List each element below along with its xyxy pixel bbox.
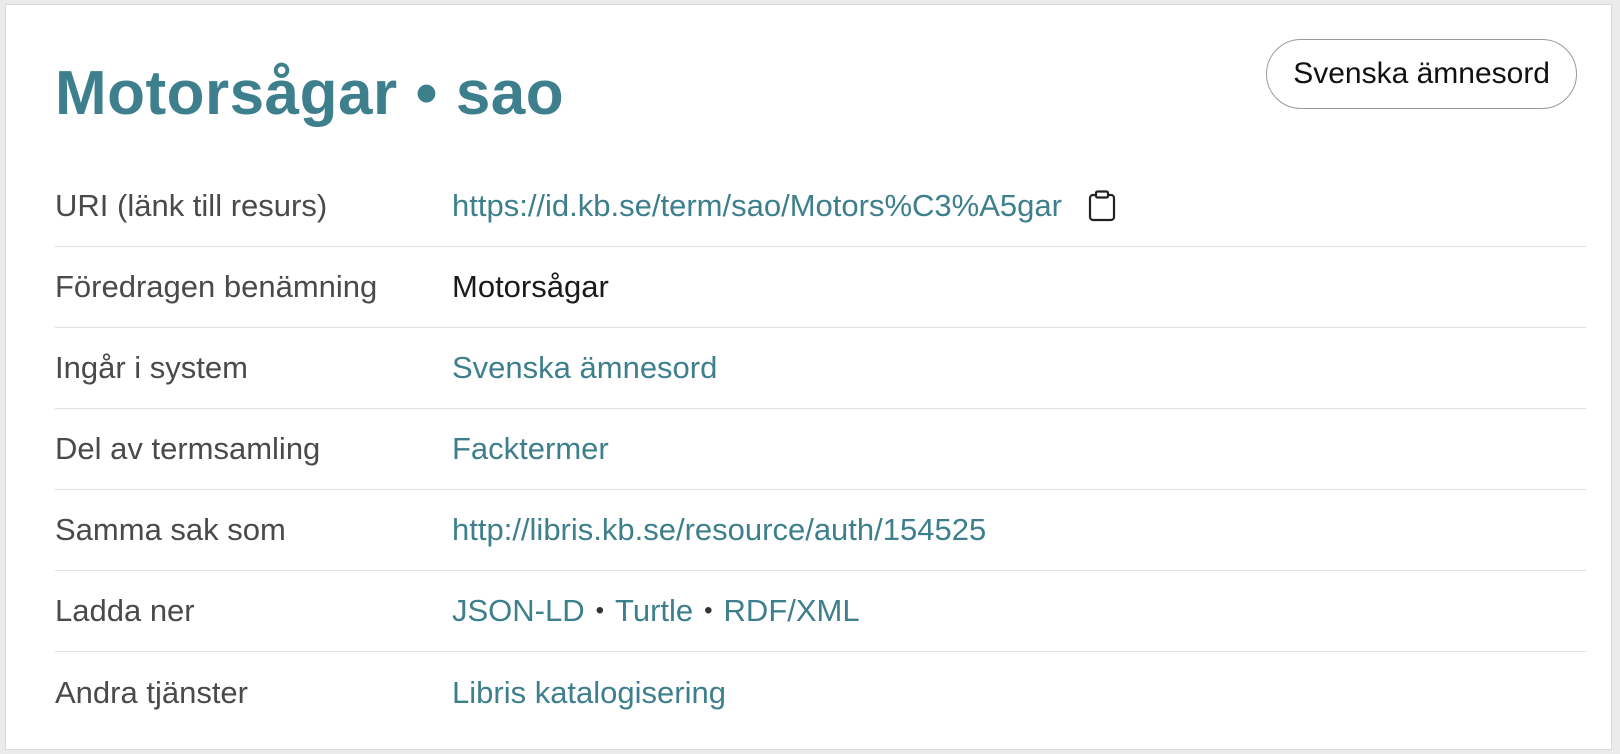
term-name: Motorsågar bbox=[55, 59, 398, 128]
row-label: Del av termsamling bbox=[55, 431, 321, 466]
row-label: Ladda ner bbox=[55, 593, 195, 628]
row-other-services: Andra tjänster Libris katalogisering bbox=[55, 652, 1586, 733]
row-value: Svenska ämnesord bbox=[452, 350, 717, 386]
row-collection: Del av termsamling Facktermer bbox=[55, 409, 1586, 490]
row-uri: URI (länk till resurs) https://id.kb.se/… bbox=[55, 166, 1586, 247]
row-label: Andra tjänster bbox=[55, 674, 248, 710]
scheme-code: sao bbox=[455, 59, 565, 128]
row-label: Föredragen benämning bbox=[55, 269, 378, 304]
uri-link[interactable]: https://id.kb.se/term/sao/Motors%C3%A5ga… bbox=[452, 188, 1062, 224]
download-links: JSON-LD • Turtle • RDF/XML bbox=[452, 593, 860, 629]
scheme-button[interactable]: Svenska ämnesord bbox=[1266, 39, 1577, 109]
row-value: http://libris.kb.se/resource/auth/154525 bbox=[452, 512, 986, 548]
libris-cataloging-link[interactable]: Libris katalogisering bbox=[452, 675, 726, 711]
page-title: Motorsågar • sao bbox=[55, 57, 564, 131]
row-download: Ladda ner JSON-LD • Turtle • RDF/XML bbox=[55, 571, 1586, 652]
download-turtle-link[interactable]: Turtle bbox=[615, 593, 693, 629]
clipboard-icon[interactable] bbox=[1088, 190, 1116, 222]
row-label: Ingår i system bbox=[55, 350, 248, 385]
preferred-label-value: Motorsågar bbox=[452, 269, 609, 304]
term-card: Motorsågar • sao Svenska ämnesord URI (län… bbox=[5, 4, 1612, 750]
row-value: https://id.kb.se/term/sao/Motors%C3%A5ga… bbox=[452, 188, 1116, 224]
link-separator: • bbox=[704, 597, 713, 624]
collection-link[interactable]: Facktermer bbox=[452, 431, 609, 467]
download-jsonld-link[interactable]: JSON-LD bbox=[452, 593, 585, 629]
link-separator: • bbox=[595, 597, 605, 624]
property-list: URI (länk till resurs) https://id.kb.se/… bbox=[55, 166, 1586, 733]
row-value: Libris katalogisering bbox=[452, 675, 726, 711]
row-label: Samma sak som bbox=[55, 512, 286, 547]
title-separator: • bbox=[415, 59, 438, 128]
row-value: Facktermer bbox=[452, 431, 609, 467]
same-as-link[interactable]: http://libris.kb.se/resource/auth/154525 bbox=[452, 512, 986, 548]
download-rdfxml-link[interactable]: RDF/XML bbox=[724, 593, 860, 629]
scheme-link[interactable]: Svenska ämnesord bbox=[452, 350, 717, 386]
row-same-as: Samma sak som http://libris.kb.se/resour… bbox=[55, 490, 1586, 571]
row-in-scheme: Ingår i system Svenska ämnesord bbox=[55, 328, 1586, 409]
row-preferred-label: Föredragen benämning Motorsågar bbox=[55, 247, 1586, 328]
row-label: URI (länk till resurs) bbox=[55, 188, 328, 223]
